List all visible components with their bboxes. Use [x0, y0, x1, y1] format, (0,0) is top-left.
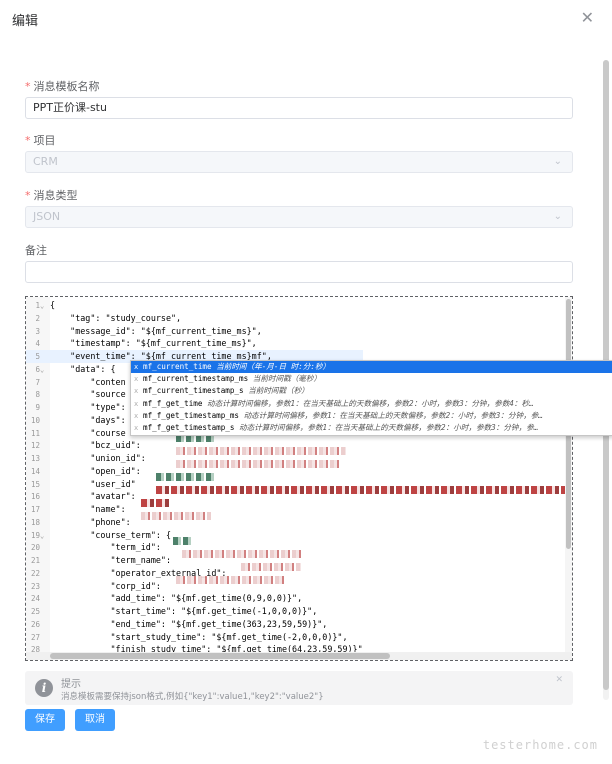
close-icon[interactable]: ✕ — [581, 8, 594, 27]
dialog-header: 编辑 ✕ — [0, 0, 612, 40]
line-text: "conten — [50, 376, 126, 387]
remark-label: 备注 — [25, 244, 47, 257]
autocomplete-item[interactable]: x mf_f_get_time 动态计算时间偏移，参数1：在当天基础上的天数偏移，… — [131, 398, 612, 410]
autocomplete-item-name: mf_f_get_timestamp_ms — [143, 410, 244, 420]
code-line[interactable]: 25 "start_time": "${mf.get_time(-1,0,0,0… — [26, 605, 363, 618]
redacted-value — [173, 537, 193, 545]
autocomplete-item-name: mf_current_timestamp_s — [143, 386, 249, 396]
autocomplete-item[interactable]: x mf_f_get_timestamp_s 动态计算时间偏移，参数1：在当天基础… — [131, 422, 612, 434]
variable-icon: x — [134, 399, 139, 408]
autocomplete-item-desc: 动态计算时间偏移，参数1：在当天基础上的天数偏移，参数2：小时，参数3：分钟，参… — [239, 422, 539, 432]
template-name-input[interactable]: PPT正价课-stu — [25, 97, 573, 119]
line-text: "type": — [50, 402, 126, 412]
code-line[interactable]: 1⌄{ — [26, 299, 363, 312]
line-text: "open_id": — [50, 465, 141, 476]
line-text: "source — [50, 389, 126, 400]
autocomplete-item-desc: 当前时间戳（毫秒） — [252, 374, 322, 384]
tip-description: 消息模板需要保持json格式,例如{"key1":value1,"key2":"… — [61, 692, 324, 702]
autocomplete-item-desc: 动态计算时间偏移，参数1：在当天基础上的天数偏移，参数2：小时，参数3：分钟，参… — [243, 410, 543, 420]
line-text: "user_id" — [50, 478, 136, 489]
project-select: CRM ⌄ — [25, 151, 573, 173]
watermark: testerhome.com — [482, 738, 598, 752]
remark-input[interactable] — [25, 261, 573, 283]
line-text: "course_term": { — [50, 529, 172, 540]
dialog-title: 编辑 — [12, 14, 39, 29]
tip-alert: i 提示 消息模板需要保持json格式,例如{"key1":value1,"ke… — [25, 671, 573, 705]
variable-icon: x — [134, 363, 139, 371]
line-text: "data": { — [50, 363, 116, 374]
close-icon[interactable]: ✕ — [555, 675, 563, 685]
cancel-button[interactable]: 取消 — [75, 709, 115, 731]
redacted-value — [176, 447, 346, 455]
code-line[interactable]: 2 "tag": "study_course", — [26, 312, 363, 325]
redacted-value — [241, 563, 301, 571]
line-text: "avatar": — [50, 491, 136, 502]
redacted-value — [141, 499, 171, 507]
line-text: "start_study_time": "${mf.get_time(-2,0,… — [50, 631, 348, 642]
type-label: * 消息类型 — [25, 189, 78, 202]
variable-icon: x — [134, 411, 139, 420]
autocomplete-item[interactable]: x mf_current_timestamp_ms 当前时间戳（毫秒） — [131, 373, 612, 385]
message-type-select: JSON ⌄ — [25, 206, 573, 228]
line-text: "term_id": — [50, 542, 161, 553]
line-text: "message_id": "${mf_current_time_ms}", — [50, 325, 262, 336]
line-text: "phone": — [50, 516, 131, 527]
autocomplete-item-desc: 当前时间（年-月-日 时:分:秒） — [216, 362, 331, 371]
line-text: "term_name": — [50, 555, 172, 565]
line-text: "union_id": — [50, 453, 146, 463]
code-line[interactable]: 26 "end_time": "${mf.get_time(363,23,59,… — [26, 618, 363, 631]
redacted-value — [141, 512, 211, 520]
redacted-value — [176, 576, 286, 584]
autocomplete-item-name: mf_f_get_timestamp_s — [143, 422, 240, 432]
line-text: "course — [50, 427, 126, 438]
line-text: "add_time": "${mf.get_time(0,9,0,0)}", — [50, 593, 303, 604]
redacted-value — [176, 460, 341, 468]
tip-title: 提示 — [61, 679, 81, 690]
line-text: "bcz_uid": — [50, 440, 141, 451]
name-label: * 消息模板名称 — [25, 80, 100, 93]
line-text: "end_time": "${mf.get_time(363,23,59,59)… — [50, 618, 328, 629]
json-editor[interactable]: 1⌄{2 "tag": "study_course", 3 "message_id… — [25, 296, 573, 661]
autocomplete-item-desc: 动态计算时间偏移，参数1：在当天基础上的天数偏移，参数2：小时，参数3：分钟，参… — [207, 398, 534, 408]
variable-icon: x — [134, 423, 139, 432]
line-text: "tag": "study_course", — [50, 312, 182, 323]
redacted-value — [156, 473, 216, 481]
autocomplete-item-name: mf_current_timestamp_ms — [143, 374, 253, 384]
autocomplete-popup[interactable]: x mf_current_time 当前时间（年-月-日 时:分:秒） x mf_cu… — [130, 360, 612, 436]
chevron-down-icon: ⌄ — [553, 211, 562, 222]
code-line[interactable]: 19⌄ "course_term": { — [26, 529, 363, 542]
autocomplete-item[interactable]: x mf_f_get_timestamp_ms 动态计算时间偏移，参数1：在当天基… — [131, 410, 612, 422]
autocomplete-item-name: mf_current_time — [143, 362, 217, 371]
save-button[interactable]: 保存 — [25, 709, 65, 731]
autocomplete-item[interactable]: x mf_current_timestamp_s 当前时间戳（秒） — [131, 385, 612, 397]
chevron-down-icon: ⌄ — [553, 156, 562, 167]
code-line[interactable]: 4 "timestamp": "${mf_current_time_ms}", — [26, 337, 363, 350]
redacted-value — [182, 550, 302, 558]
line-text: "name": — [50, 504, 126, 514]
variable-icon: x — [134, 375, 139, 384]
line-text: "days": — [50, 414, 126, 425]
autocomplete-item-name: mf_f_get_time — [143, 398, 208, 408]
redacted-value — [156, 486, 566, 494]
code-line[interactable]: 24 "add_time": "${mf.get_time(0,9,0,0)}"… — [26, 592, 363, 605]
autocomplete-item[interactable]: x mf_current_time 当前时间（年-月-日 时:分:秒） — [131, 361, 612, 374]
info-icon: i — [35, 679, 53, 697]
code-line[interactable]: 27 "start_study_time": "${mf.get_time(-2… — [26, 631, 363, 644]
line-text: { — [50, 300, 56, 310]
code-line[interactable]: 3 "message_id": "${mf_current_time_ms}", — [26, 325, 363, 338]
autocomplete-item-desc: 当前时间戳（秒） — [248, 386, 309, 396]
line-text: "timestamp": "${mf_current_time_ms}", — [50, 338, 257, 349]
project-label: * 项目 — [25, 134, 56, 147]
line-text: "start_time": "${mf.get_time(-1,0,0,0)}"… — [50, 606, 318, 616]
variable-icon: x — [134, 387, 139, 396]
line-text: "corp_id": — [50, 580, 161, 591]
editor-horizontal-thumb[interactable] — [50, 653, 390, 659]
